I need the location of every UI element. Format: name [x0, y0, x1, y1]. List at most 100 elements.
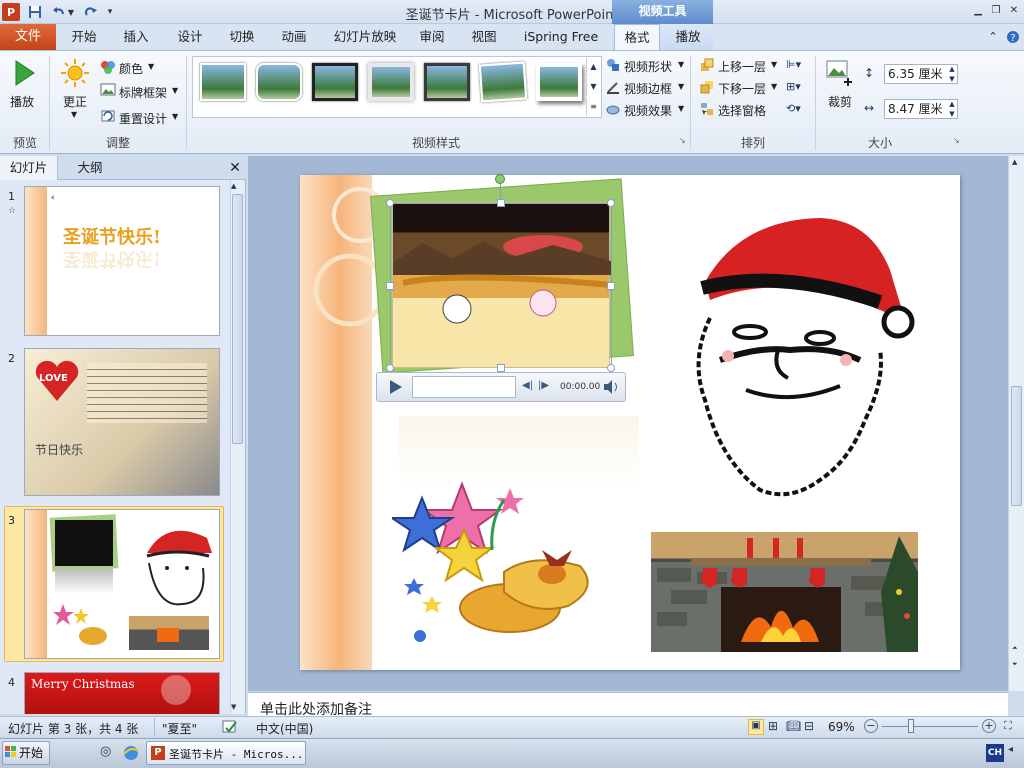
resize-handle-nw[interactable]	[386, 199, 394, 207]
status-language[interactable]: 中文(中国)	[256, 720, 313, 737]
input-method-indicator[interactable]: CH	[986, 744, 1004, 762]
size-dialog-launcher-icon[interactable]: ↘	[953, 136, 960, 145]
bring-forward-icon[interactable]	[700, 58, 714, 72]
color-icon[interactable]	[100, 59, 116, 75]
send-backward-dropdown-icon[interactable]: ▼	[771, 82, 777, 91]
internet-explorer-icon[interactable]	[122, 744, 140, 762]
video-shape-button-label[interactable]: 视频形状	[624, 58, 672, 75]
crop-icon[interactable]	[824, 58, 854, 88]
video-style-bevel[interactable]	[424, 63, 470, 101]
slide-thumbnail-2[interactable]: LOVE 节日快乐	[24, 348, 220, 496]
previous-slide-icon[interactable]: ⏶	[1012, 644, 1018, 653]
resize-handle-n[interactable]	[497, 199, 505, 207]
tab-design[interactable]: 设计	[168, 24, 212, 50]
selection-pane-button-label[interactable]: 选择窗格	[718, 102, 766, 119]
video-style-rounded[interactable]	[256, 63, 302, 101]
zoom-in-icon[interactable]: +	[982, 719, 996, 733]
rotate-icon[interactable]: ⟲▾	[786, 102, 808, 116]
reset-design-icon[interactable]	[100, 108, 116, 124]
taskbar-window-button[interactable]: P 圣诞节卡片 - Micros...	[146, 741, 306, 765]
slide-sorter-icon[interactable]: ⊞	[768, 719, 778, 733]
tray-expand-icon[interactable]: ◂	[1008, 744, 1022, 762]
close-pane-icon[interactable]: ✕	[226, 156, 244, 180]
close-icon[interactable]: ✕	[1006, 2, 1022, 18]
video-style-black-frame[interactable]	[312, 63, 358, 101]
video-border-icon[interactable]	[606, 80, 620, 94]
poster-frame-button-label[interactable]: 标牌框架	[119, 84, 167, 101]
collapse-ribbon-icon[interactable]: ⌃	[985, 24, 1001, 50]
bring-forward-dropdown-icon[interactable]: ▼	[771, 60, 777, 69]
fit-to-window-icon[interactable]: ⛶	[1004, 719, 1020, 735]
media-play-icon[interactable]	[384, 378, 406, 396]
poster-frame-dropdown-icon[interactable]: ▼	[172, 86, 178, 95]
play-icon[interactable]	[14, 60, 36, 86]
tab-home[interactable]: 开始	[62, 24, 106, 50]
tab-ispring[interactable]: iSpring Free	[516, 24, 606, 50]
slides-pane-scrollbar[interactable]	[230, 180, 244, 714]
main-vertical-scrollbar[interactable]	[1008, 156, 1024, 691]
pane-scroll-up-icon[interactable]: ▲	[231, 182, 236, 190]
slide-thumbnail-1[interactable]: 🔈︎ 圣诞节快乐! 圣诞节快乐!	[24, 186, 220, 336]
video-style-shadow[interactable]	[536, 63, 582, 101]
rotation-handle[interactable]	[495, 174, 505, 184]
poster-frame-icon[interactable]	[100, 82, 116, 98]
gallery-more-icon[interactable]: ≡	[586, 98, 600, 116]
tab-playback[interactable]: 播放	[666, 24, 710, 50]
resize-handle-se[interactable]	[607, 364, 615, 372]
zoom-level[interactable]: 69%	[828, 720, 855, 734]
align-icon[interactable]: ⊫▾	[786, 58, 808, 72]
video-effects-dropdown-icon[interactable]: ▼	[678, 104, 684, 113]
gallery-scroll-up-icon[interactable]: ▲	[586, 58, 600, 76]
main-scroll-up-icon[interactable]: ▲	[1012, 158, 1017, 166]
video-shape-dropdown-icon[interactable]: ▼	[678, 60, 684, 69]
zoom-slider-track[interactable]	[882, 726, 978, 727]
reset-design-button-label[interactable]: 重置设计	[119, 110, 167, 127]
quick-launch-icon[interactable]: ◎	[100, 744, 118, 762]
media-step-forward-icon[interactable]: |▶	[538, 380, 549, 391]
zoom-out-icon[interactable]: −	[864, 719, 878, 733]
pane-scroll-down-icon[interactable]: ▼	[231, 703, 236, 711]
group-objects-icon[interactable]: ⊞▾	[786, 80, 808, 94]
corrections-sun-icon[interactable]	[60, 58, 90, 88]
tab-insert[interactable]: 插入	[114, 24, 158, 50]
height-spinner-icon[interactable]: ▲ ▼	[946, 64, 958, 84]
video-effects-icon[interactable]	[606, 102, 620, 116]
send-backward-button-label[interactable]: 下移一层	[718, 80, 766, 97]
tab-view[interactable]: 视图	[464, 24, 504, 50]
corrections-dropdown-icon[interactable]: ▼	[71, 110, 77, 119]
tab-animations[interactable]: 动画	[272, 24, 316, 50]
video-style-rotated-white[interactable]	[478, 61, 528, 103]
crop-button-label[interactable]: 裁剪	[828, 93, 852, 110]
media-volume-icon[interactable]	[602, 378, 622, 396]
tab-format[interactable]: 格式	[614, 24, 660, 51]
next-slide-icon[interactable]: ⏷	[1012, 660, 1018, 669]
color-dropdown-icon[interactable]: ▼	[148, 62, 154, 71]
tab-outline[interactable]: 大纲	[62, 156, 118, 180]
slide-thumbnail-3[interactable]	[24, 509, 220, 659]
reset-design-dropdown-icon[interactable]: ▼	[172, 112, 178, 121]
reading-view-icon[interactable]: 📖︎	[786, 719, 801, 733]
resize-handle-e[interactable]	[607, 282, 615, 290]
tab-slides[interactable]: 幻灯片	[0, 156, 58, 180]
corrections-button-label[interactable]: 更正	[63, 93, 87, 110]
resize-handle-sw[interactable]	[386, 364, 394, 372]
tab-slideshow[interactable]: 幻灯片放映	[326, 24, 404, 50]
video-style-simple-frame[interactable]	[200, 63, 246, 101]
resize-handle-s[interactable]	[497, 364, 505, 372]
spellcheck-icon[interactable]	[222, 719, 238, 735]
tab-transitions[interactable]: 切换	[220, 24, 264, 50]
video-style-soft-edge[interactable]	[368, 63, 414, 101]
tab-file[interactable]: 文件	[0, 24, 56, 50]
video-effects-button-label[interactable]: 视频效果	[624, 102, 672, 119]
video-border-dropdown-icon[interactable]: ▼	[678, 82, 684, 91]
dialog-launcher-icon[interactable]: ↘	[679, 136, 686, 145]
resize-handle-ne[interactable]	[607, 199, 615, 207]
width-spinner-icon[interactable]: ▲ ▼	[946, 99, 958, 119]
resize-handle-w[interactable]	[386, 282, 394, 290]
media-progress-track[interactable]	[412, 376, 516, 398]
slide-thumbnail-4[interactable]: Merry Christmas	[24, 672, 220, 714]
restore-icon[interactable]: ❐	[988, 2, 1004, 18]
video-border-button-label[interactable]: 视频边框	[624, 80, 672, 97]
color-button-label[interactable]: 颜色	[119, 60, 143, 77]
send-backward-icon[interactable]	[700, 80, 714, 94]
